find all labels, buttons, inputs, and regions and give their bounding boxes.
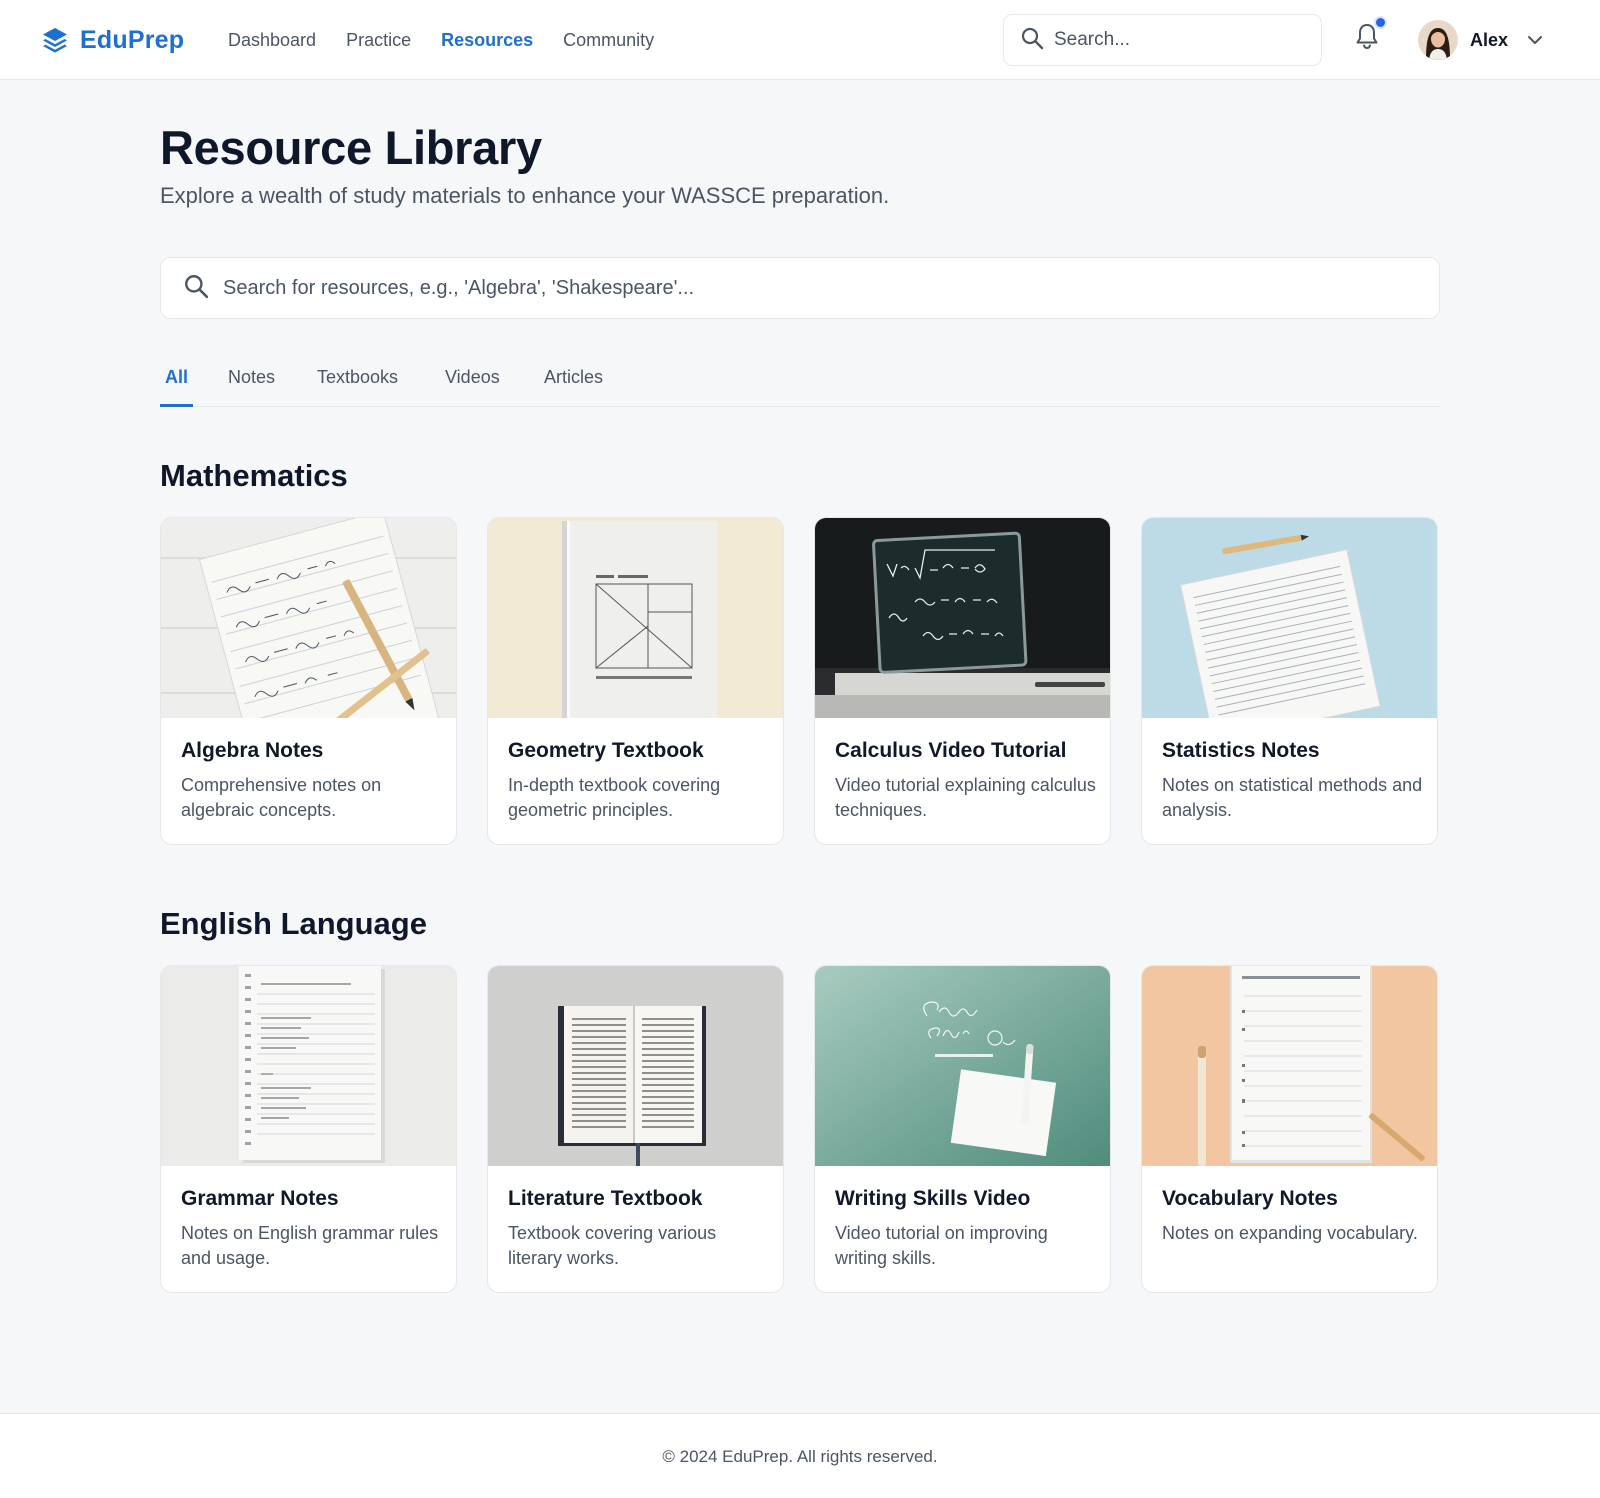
search-icon <box>1020 26 1044 55</box>
card-description: Video tutorial on improving writing skil… <box>835 1223 1048 1268</box>
resource-search <box>160 257 1440 319</box>
card-title: Vocabulary Notes <box>1162 1187 1338 1210</box>
notification-badge <box>1374 16 1387 29</box>
chevron-down-icon <box>1508 31 1544 49</box>
resource-card-geometry-textbook[interactable]: Geometry Textbook In-depth textbook cove… <box>487 517 784 845</box>
english-language-resources: Grammar Notes Notes on English grammar r… <box>160 965 1440 1293</box>
nav-community[interactable]: Community <box>563 26 654 54</box>
nav-dashboard[interactable]: Dashboard <box>228 26 316 54</box>
literature-textbook-image <box>488 966 783 1166</box>
card-title: Statistics Notes <box>1162 739 1320 762</box>
card-description: Textbook covering various literary works… <box>508 1223 717 1268</box>
card-description: Notes on expanding vocabulary. <box>1162 1223 1418 1243</box>
calculus-video-image <box>815 518 1110 718</box>
notifications-button[interactable] <box>1354 16 1387 54</box>
grammar-notes-image <box>161 966 456 1166</box>
section-title-english-language: English Language <box>160 906 427 941</box>
search-icon <box>183 273 209 304</box>
card-description: Comprehensive notes on algebraic concept… <box>181 775 382 820</box>
resource-type-tabs: All Notes Textbooks Videos Articles <box>160 362 1440 407</box>
nav-practice[interactable]: Practice <box>346 26 411 54</box>
writing-skills-video-image <box>815 966 1110 1166</box>
card-description: Notes on statistical methods and analysi… <box>1162 775 1423 820</box>
brand-logo[interactable]: EduPrep <box>42 24 184 56</box>
tab-textbooks[interactable]: Textbooks <box>317 362 398 407</box>
statistics-notes-image <box>1142 518 1437 718</box>
card-title: Calculus Video Tutorial <box>835 739 1067 762</box>
card-title: Grammar Notes <box>181 1187 339 1210</box>
layers-icon <box>42 27 68 53</box>
card-title: Algebra Notes <box>181 739 324 762</box>
section-title-mathematics: Mathematics <box>160 458 348 493</box>
user-menu[interactable]: Alex <box>1418 19 1544 61</box>
resource-card-writing-skills-video[interactable]: Writing Skills Video Video tutorial on i… <box>814 965 1111 1293</box>
resource-card-algebra-notes[interactable]: Algebra Notes Comprehensive notes on alg… <box>160 517 457 845</box>
nav-resources[interactable]: Resources <box>441 26 533 54</box>
tab-videos[interactable]: Videos <box>445 362 500 407</box>
copyright-text: © 2024 EduPrep. All rights reserved. <box>662 1447 938 1466</box>
brand-name: EduPrep <box>80 25 185 54</box>
user-name: Alex <box>1470 29 1509 50</box>
page-title: Resource Library <box>160 121 542 174</box>
header-search-input[interactable] <box>1054 29 1294 51</box>
mathematics-resources: Algebra Notes Comprehensive notes on alg… <box>160 517 1440 845</box>
tab-all[interactable]: All <box>160 362 194 407</box>
tab-notes[interactable]: Notes <box>228 362 275 407</box>
geometry-textbook-image <box>488 518 783 718</box>
card-title: Writing Skills Video <box>835 1187 1031 1210</box>
page-footer: © 2024 EduPrep. All rights reserved. <box>0 1413 1600 1498</box>
resource-card-statistics-notes[interactable]: Statistics Notes Notes on statistical me… <box>1141 517 1438 845</box>
resource-card-calculus-video[interactable]: Calculus Video Tutorial Video tutorial e… <box>814 517 1111 845</box>
algebra-notes-image <box>161 518 456 718</box>
avatar <box>1418 20 1458 60</box>
main-nav: Dashboard Practice Resources Community <box>228 26 654 54</box>
resource-card-literature-textbook[interactable]: Literature Textbook Textbook covering va… <box>487 965 784 1293</box>
card-title: Geometry Textbook <box>508 739 704 762</box>
resource-search-input[interactable] <box>223 276 1403 300</box>
resource-card-vocabulary-notes[interactable]: Vocabulary Notes Notes on expanding voca… <box>1141 965 1438 1293</box>
card-title: Literature Textbook <box>508 1187 703 1210</box>
top-header: EduPrep Dashboard Practice Resources Com… <box>0 0 1600 80</box>
card-description: Video tutorial explaining calculus techn… <box>835 775 1096 820</box>
card-description: Notes on English grammar rules and usage… <box>181 1223 439 1268</box>
card-description: In-depth textbook covering geometric pri… <box>508 775 721 820</box>
page-subtitle: Explore a wealth of study materials to e… <box>160 183 890 208</box>
tab-articles[interactable]: Articles <box>544 362 603 407</box>
vocabulary-notes-image <box>1142 966 1437 1166</box>
resource-card-grammar-notes[interactable]: Grammar Notes Notes on English grammar r… <box>160 965 457 1293</box>
header-search <box>1003 14 1322 66</box>
